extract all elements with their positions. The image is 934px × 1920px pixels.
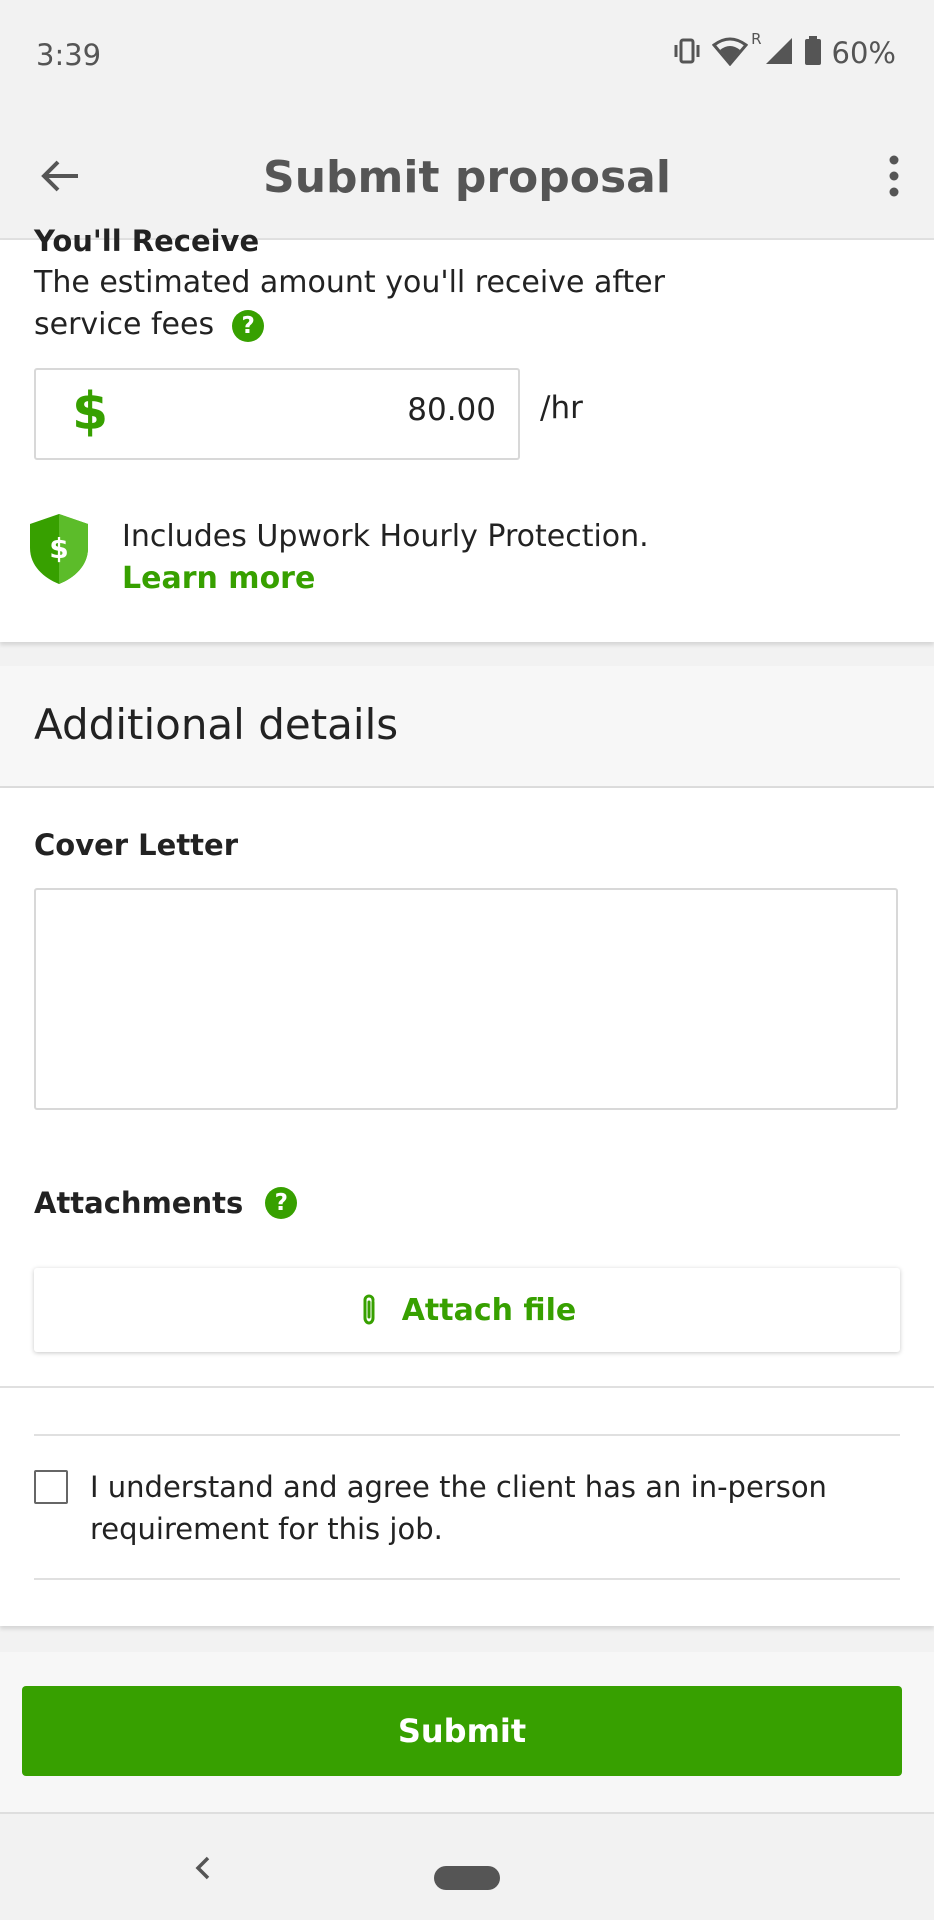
nav-home-pill[interactable] xyxy=(434,1866,500,1890)
receive-description-text: The estimated amount you'll receive afte… xyxy=(34,265,665,342)
attach-file-button[interactable]: Attach file xyxy=(34,1268,900,1352)
status-time: 3:39 xyxy=(36,38,102,72)
more-options-button[interactable] xyxy=(884,152,904,200)
status-bar: 3:39 R 60% xyxy=(0,0,934,110)
receive-title: You'll Receive xyxy=(34,224,260,258)
protection-text: Includes Upwork Hourly Protection. Learn… xyxy=(122,516,649,600)
shield-icon: $ xyxy=(30,514,88,584)
divider xyxy=(34,1578,900,1580)
amount-input[interactable]: $ 80.00 xyxy=(34,368,520,460)
roaming-indicator: R xyxy=(751,30,762,48)
chevron-left-icon xyxy=(195,1856,210,1880)
cover-letter-field[interactable] xyxy=(34,888,898,1110)
nav-back-button[interactable] xyxy=(186,1850,222,1886)
page-title: Submit proposal xyxy=(263,152,671,203)
more-vert-icon xyxy=(889,155,899,197)
help-icon[interactable]: ? xyxy=(265,1187,298,1219)
rate-section: You'll Receive The estimated amount you'… xyxy=(0,224,934,642)
app-bar: Submit proposal xyxy=(0,110,934,240)
shield-dollar-symbol: $ xyxy=(49,532,68,565)
battery-icon xyxy=(804,36,822,70)
submit-bar: Submit xyxy=(0,1652,934,1814)
agreement-checkbox[interactable] xyxy=(34,1470,68,1504)
receive-description: The estimated amount you'll receive afte… xyxy=(34,262,734,346)
agreement-text: I understand and agree the client has an… xyxy=(90,1470,827,1546)
attach-file-label: Attach file xyxy=(401,1292,577,1328)
submit-button[interactable]: Submit xyxy=(22,1686,902,1776)
protection-label: Includes Upwork Hourly Protection. xyxy=(122,519,649,554)
additional-details-title: Additional details xyxy=(34,700,399,749)
system-nav-bar xyxy=(0,1814,934,1920)
rate-unit: /hr xyxy=(540,390,583,426)
dollar-icon: $ xyxy=(72,382,109,442)
attachments-label: Attachments xyxy=(34,1186,244,1220)
attachments-label-row: Attachments ? xyxy=(34,1186,298,1220)
status-icons: R 60% xyxy=(672,30,896,70)
additional-details-header: Additional details xyxy=(0,666,934,788)
cover-letter-label: Cover Letter xyxy=(34,828,239,862)
vibrate-icon xyxy=(672,37,702,69)
paperclip-icon xyxy=(363,1294,375,1325)
details-section: Cover Letter Attachments ? Attach file I… xyxy=(0,788,934,1626)
battery-percent: 60% xyxy=(831,36,896,70)
divider xyxy=(0,1386,934,1388)
signal-icon xyxy=(764,36,794,70)
wifi-icon: R xyxy=(711,30,762,70)
amount-value[interactable]: 80.00 xyxy=(407,392,496,428)
divider xyxy=(34,1434,900,1436)
help-icon[interactable]: ? xyxy=(232,309,265,342)
learn-more-link[interactable]: Learn more xyxy=(122,558,649,600)
